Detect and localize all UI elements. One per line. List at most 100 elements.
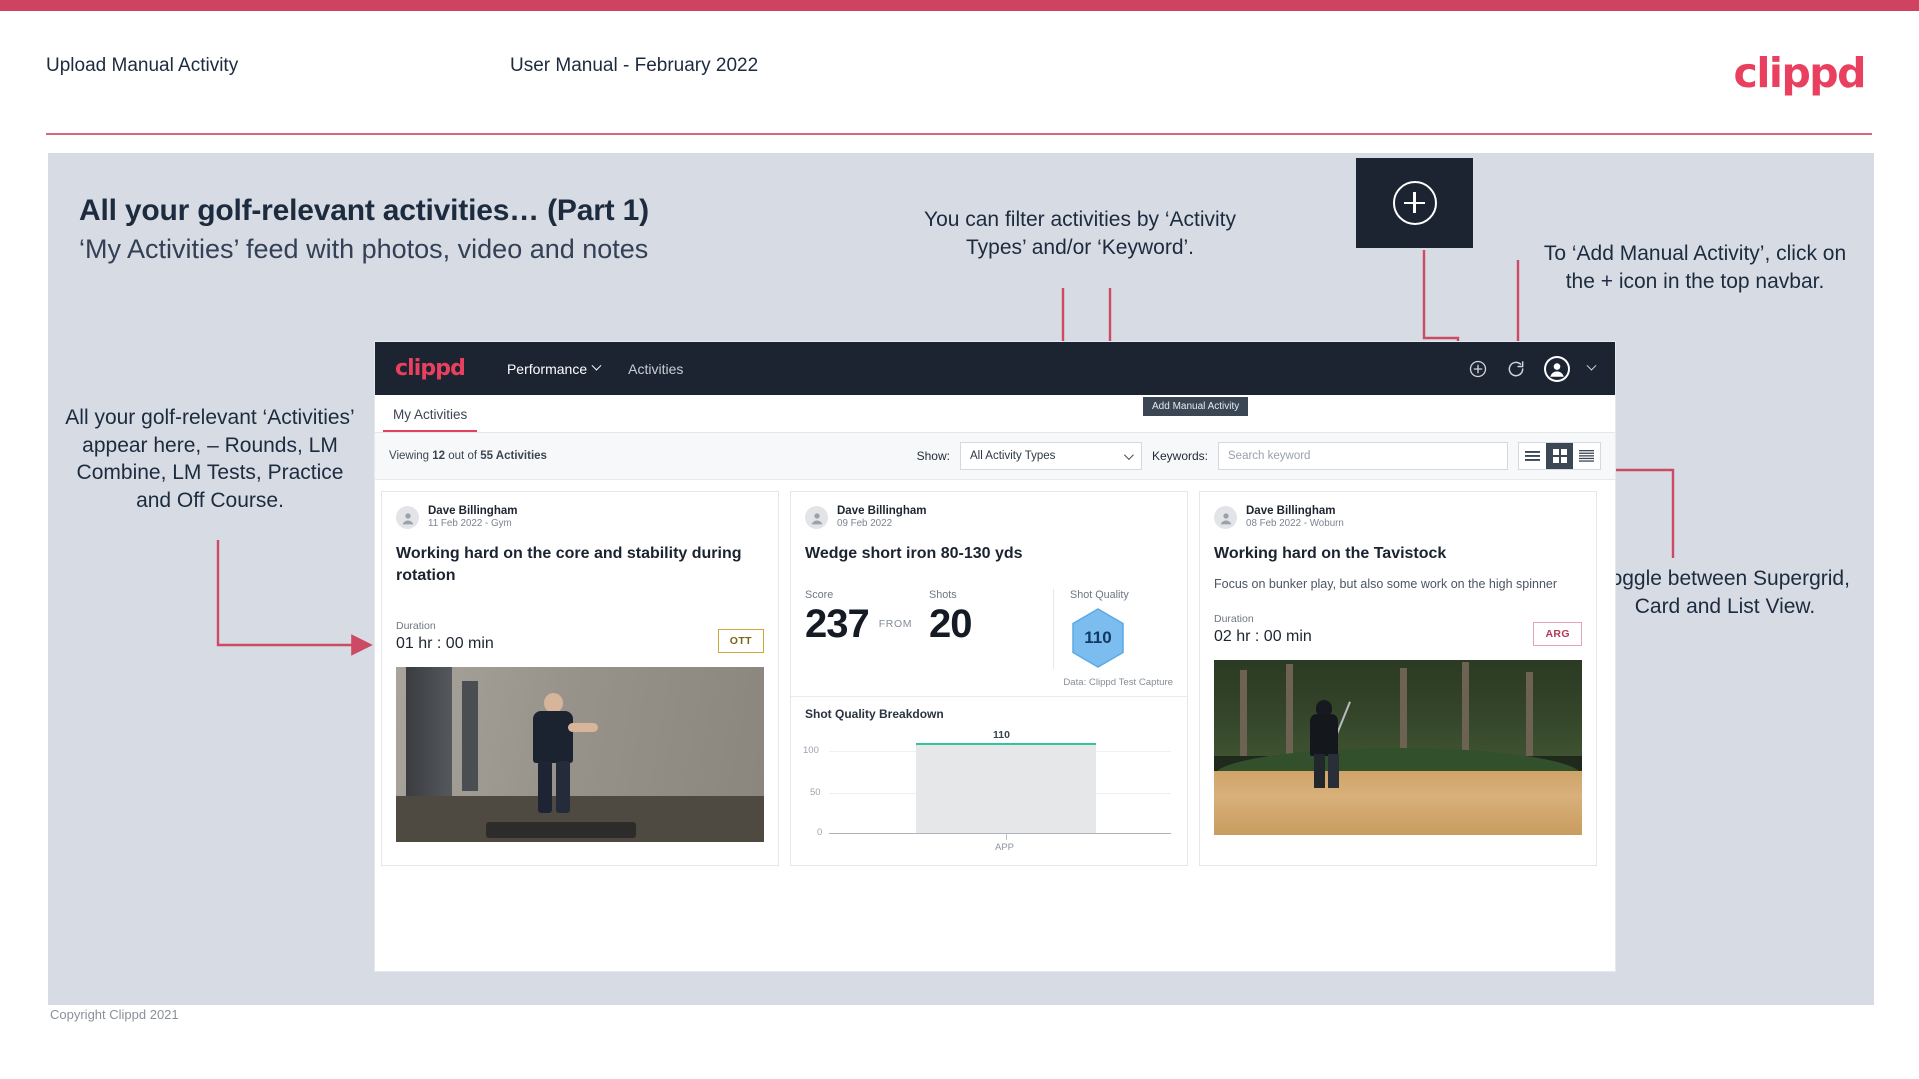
app-navbar: clippd Performance Activities Add Manual… — [375, 342, 1615, 416]
nav-item-activities[interactable]: Activities — [628, 361, 683, 377]
viewing-count-text: Viewing 12 out of 55 Activities — [389, 450, 547, 462]
annotation-filter: You can filter activities by ‘Activity T… — [923, 208, 1237, 259]
app-tabbar: My Activities — [375, 395, 1615, 433]
duration-value: 01 hr : 00 min — [396, 635, 494, 653]
copyright-text: Copyright Clippd 2021 — [50, 1007, 179, 1022]
avatar — [1214, 506, 1237, 530]
metric-score: Score 237 FROM — [805, 589, 929, 647]
metric-shot-quality: Shot Quality 110 — [1053, 588, 1173, 669]
x-tick-label-app: APP — [995, 841, 1015, 853]
bar-app-value-label: 110 — [993, 728, 1010, 741]
show-label: Show: — [916, 449, 950, 463]
shot-quality-label: Shot Quality — [1070, 588, 1129, 601]
header-divider — [46, 133, 1872, 135]
status-badge: OTT — [717, 629, 764, 654]
card-meta: 08 Feb 2022 - Woburn — [1246, 518, 1344, 530]
avatar-icon — [1220, 512, 1231, 524]
clippd-logo: clippd — [1733, 49, 1867, 97]
avatar-icon — [811, 512, 822, 524]
app-logo[interactable]: clippd — [395, 356, 466, 381]
view-mode-toggle — [1518, 442, 1601, 470]
metric-shots: Shots 20 — [929, 589, 1053, 647]
duration-label: Duration — [1214, 612, 1254, 625]
viewing-count: 12 — [432, 450, 446, 462]
card-meta: 09 Feb 2022 — [837, 518, 893, 530]
card-header: Dave Billingham 09 Feb 2022 — [791, 492, 1187, 535]
top-accent-band — [0, 0, 1919, 11]
score-value: 237 — [805, 601, 870, 646]
tab-my-activities[interactable]: My Activities — [383, 407, 478, 432]
viewing-mid: out of — [445, 450, 481, 462]
header-center-title: User Manual - February 2022 — [510, 55, 759, 76]
viewing-total: 55 Activities — [480, 450, 547, 462]
chevron-down-icon-select — [1123, 449, 1134, 460]
shots-label: Shots — [929, 588, 957, 601]
avatar-icon — [1546, 357, 1568, 380]
search-input-placeholder: Search keyword — [1228, 450, 1311, 462]
y-tick-50: 50 — [810, 786, 821, 798]
card-duration-row: Duration 02 hr : 00 min ARG — [1200, 591, 1596, 660]
refresh-icon[interactable] — [1506, 359, 1526, 379]
duration-label: Duration — [396, 620, 436, 633]
shot-quality-bar-chart: 100 50 0 110 APP — [803, 727, 1175, 855]
card-title: Working hard on the Tavistock — [1214, 545, 1447, 563]
app-filterbar: Viewing 12 out of 55 Activities Show: Al… — [375, 433, 1615, 480]
tooltip-add-manual-activity: Add Manual Activity — [1143, 397, 1249, 416]
card-author: Dave Billingham — [1246, 505, 1336, 517]
shot-quality-hexagon: 110 — [1070, 607, 1126, 669]
annotation-activities-feed: All your golf-relevant ‘Activities’ appe… — [65, 406, 355, 512]
card-media-gym[interactable] — [396, 667, 764, 843]
header-left-title: Upload Manual Activity — [46, 55, 239, 76]
card-duration-row: Duration 01 hr : 00 min OTT — [382, 586, 778, 667]
y-tick-0: 0 — [817, 826, 823, 838]
card-media-bunker[interactable] — [1214, 659, 1582, 835]
card-note: Focus on bunker play, but also some work… — [1214, 576, 1558, 591]
nav-item-performance[interactable]: Performance — [506, 360, 602, 377]
page-title: All your golf-relevant activities… (Part… — [79, 194, 649, 227]
x-tick — [1006, 833, 1007, 840]
slide-root: Upload Manual Activity User Manual - Feb… — [0, 0, 1919, 1079]
nav-item-performance-label: Performance — [506, 360, 588, 377]
card-author: Dave Billingham — [428, 505, 518, 517]
chevron-down-icon — [591, 360, 602, 371]
status-badge: ARG — [1533, 621, 1582, 646]
y-tick-100: 100 — [803, 744, 819, 756]
duration-value: 02 hr : 00 min — [1214, 627, 1312, 645]
card-header: Dave Billingham 11 Feb 2022 - Gym — [382, 492, 778, 535]
viewing-prefix: Viewing — [389, 450, 433, 462]
activity-type-select[interactable]: All Activity Types — [959, 442, 1142, 470]
nav-item-activities-label: Activities — [628, 360, 684, 377]
supergrid-view-icon[interactable] — [1546, 443, 1573, 469]
navbar-actions — [1468, 355, 1597, 382]
avatar — [805, 506, 828, 530]
avatar-icon — [402, 512, 413, 524]
bar-app — [916, 744, 1096, 833]
card-meta: 11 Feb 2022 - Gym — [428, 518, 512, 530]
app-screenshot: clippd Performance Activities Add Manual… — [375, 342, 1615, 971]
chart-title: Shot Quality Breakdown — [805, 706, 944, 721]
search-input[interactable]: Search keyword — [1218, 442, 1508, 470]
activity-card[interactable]: Dave Billingham 09 Feb 2022 Wedge short … — [790, 491, 1188, 866]
shot-quality-value: 110 — [1084, 627, 1112, 647]
activity-card[interactable]: Dave Billingham 11 Feb 2022 - Gym Workin… — [381, 491, 779, 866]
card-title: Working hard on the core and stability d… — [396, 545, 742, 584]
annotation-toggle-views: Toggle between Supergrid, Card and List … — [1600, 567, 1850, 618]
shots-value: 20 — [929, 601, 973, 646]
activity-type-select-value: All Activity Types — [969, 450, 1056, 462]
activity-card[interactable]: Dave Billingham 08 Feb 2022 - Woburn Wor… — [1199, 491, 1597, 866]
chevron-down-icon-account[interactable] — [1586, 360, 1597, 371]
card-metrics: Score 237 FROM Shots 20 Shot Quality 110 — [791, 579, 1187, 673]
avatar — [396, 506, 419, 530]
card-title: Wedge short iron 80-130 yds — [805, 545, 1023, 563]
activities-feed: Dave Billingham 11 Feb 2022 - Gym Workin… — [375, 480, 1615, 877]
page-subtitle: ‘My Activities’ feed with photos, video … — [79, 234, 649, 264]
slide-header: Upload Manual Activity User Manual - Feb… — [0, 11, 1919, 135]
avatar[interactable] — [1544, 355, 1570, 382]
score-label: Score — [805, 588, 834, 601]
annotation-add-manual: To ‘Add Manual Activity’, click on the +… — [1543, 242, 1847, 293]
card-view-icon[interactable] — [1573, 443, 1600, 469]
plus-circle-icon[interactable] — [1468, 359, 1488, 379]
plus-circle-icon — [1392, 181, 1437, 225]
list-view-icon[interactable] — [1519, 443, 1546, 469]
add-activity-callout-tile — [1356, 158, 1473, 248]
